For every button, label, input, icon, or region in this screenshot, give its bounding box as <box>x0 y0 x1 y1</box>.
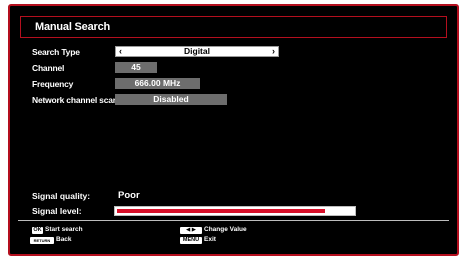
exit-hint-text: Exit <box>204 236 216 243</box>
chevron-left-icon[interactable]: ‹ <box>119 47 122 56</box>
channel-field[interactable]: 45 <box>115 62 157 73</box>
ok-key-icon: OK <box>32 227 43 234</box>
signal-level-fill <box>117 209 325 213</box>
search-type-selector[interactable]: ‹ Digital › <box>115 46 279 57</box>
channel-label: Channel <box>32 63 65 73</box>
signal-quality-label: Signal quality: <box>32 191 91 201</box>
signal-quality-value: Poor <box>118 190 140 201</box>
network-scan-label: Network channel scan <box>32 95 118 105</box>
chevron-right-icon[interactable]: › <box>272 47 275 56</box>
menu-key-icon: MENU <box>180 237 202 244</box>
page-title: Manual Search <box>35 21 111 33</box>
left-right-key-icon: ◀ ▶ <box>180 227 202 234</box>
ok-hint-text: Start search <box>45 226 83 233</box>
network-scan-field[interactable]: Disabled <box>115 94 227 105</box>
manual-search-screen: Manual Search Search Type ‹ Digital › Ch… <box>8 4 459 256</box>
footer-divider <box>18 220 449 221</box>
change-value-hint-text: Change Value <box>204 226 247 233</box>
title-bar: Manual Search <box>20 16 447 38</box>
return-key-icon: RETURN <box>30 237 54 244</box>
channel-value: 45 <box>131 62 141 72</box>
frequency-value: 666.00 MHz <box>134 78 181 88</box>
return-hint-text: Back <box>56 236 72 243</box>
search-type-value: Digital <box>184 46 210 56</box>
signal-level-bar <box>114 206 356 216</box>
frequency-label: Frequency <box>32 79 74 89</box>
frequency-field[interactable]: 666.00 MHz <box>115 78 200 89</box>
network-scan-value: Disabled <box>153 94 189 104</box>
signal-level-label: Signal level: <box>32 206 82 216</box>
search-type-label: Search Type <box>32 47 80 57</box>
